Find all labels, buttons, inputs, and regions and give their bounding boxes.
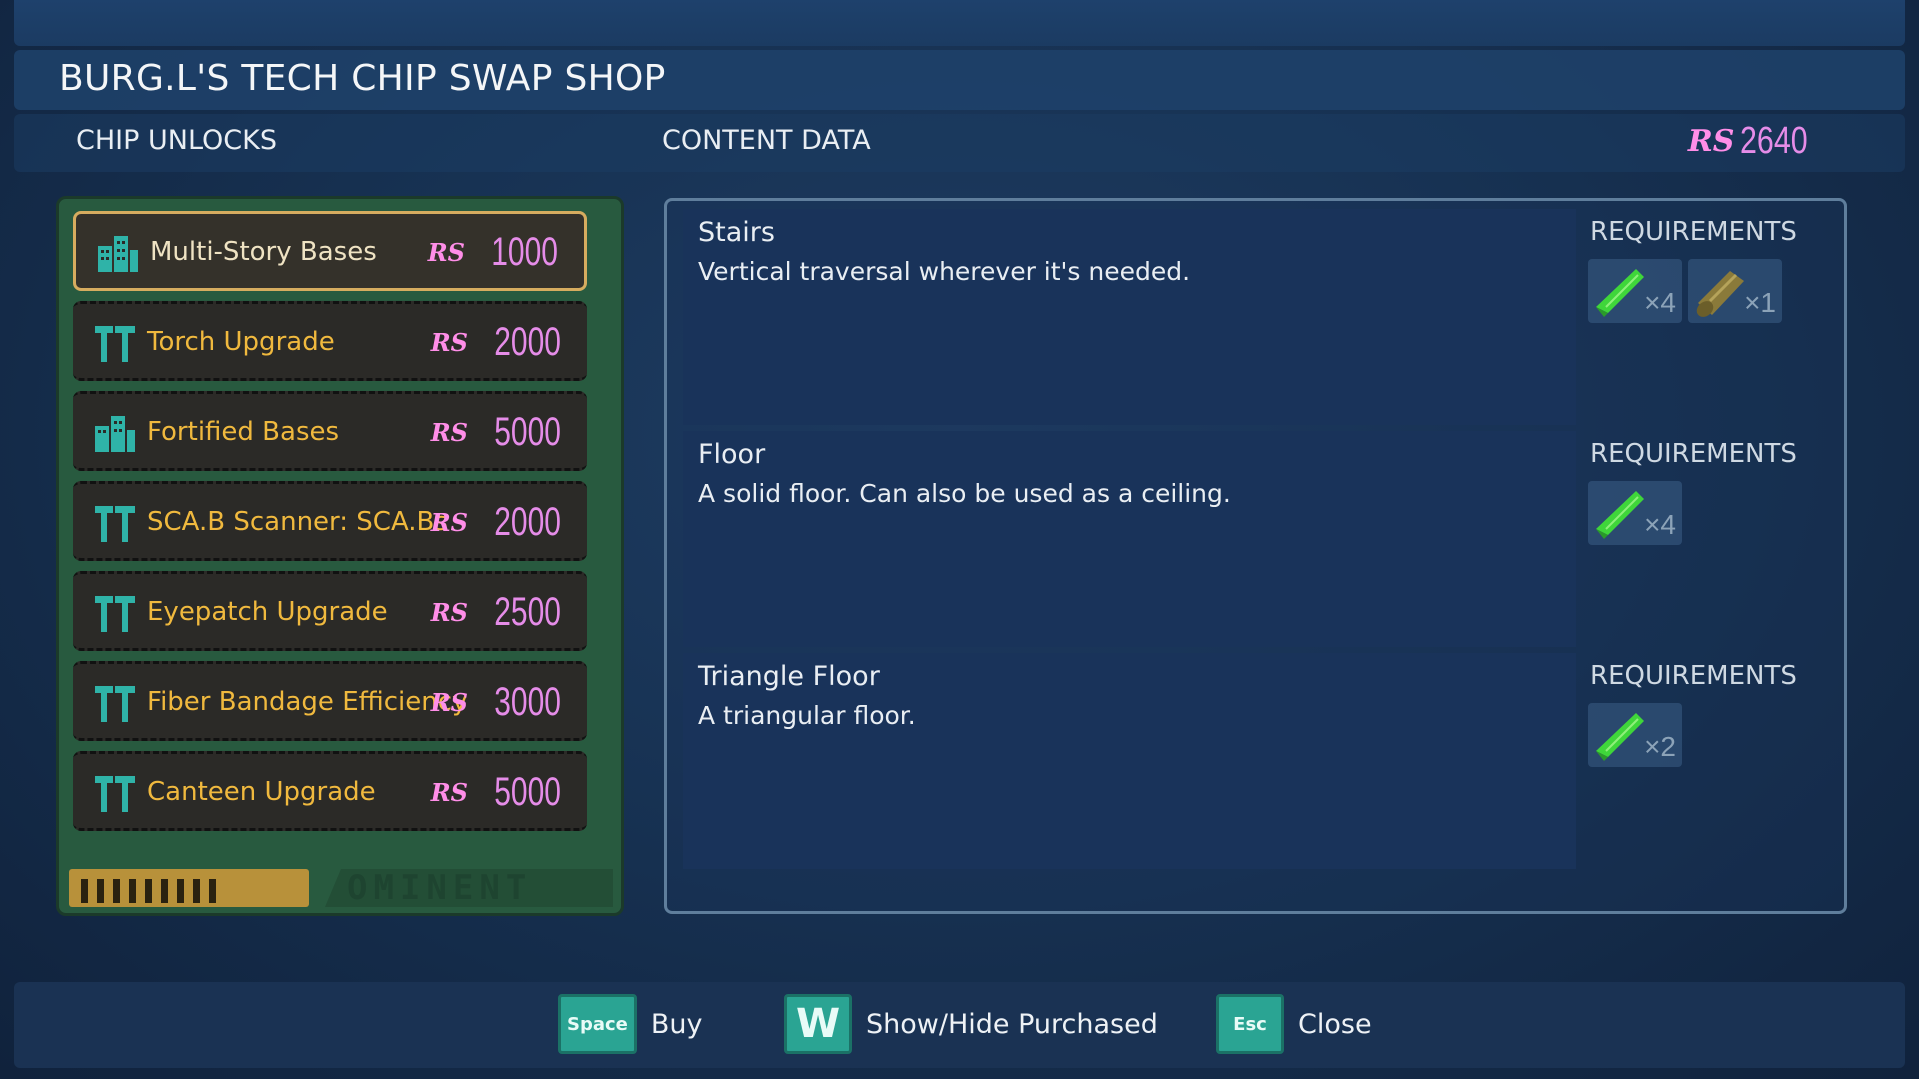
chip-price: RS 2000	[431, 484, 561, 560]
chip-board: Multi-Story Bases RS 1000 Torch Upgrade …	[56, 196, 624, 916]
raw-science-icon: RS	[430, 327, 469, 357]
tools-icon	[95, 506, 135, 542]
chip-unlocks-heading: CHIP UNLOCKS	[76, 125, 277, 156]
content-data-heading: CONTENT DATA	[662, 125, 871, 156]
content-name: Stairs	[698, 217, 775, 248]
grass-plank-icon	[1596, 713, 1644, 761]
content-entry-stairs: Stairs Vertical traversal wherever it's …	[683, 209, 1833, 425]
show-hide-purchased-label: Show/Hide Purchased	[866, 1008, 1158, 1040]
content-entry-floor: Floor A solid floor. Can also be used as…	[683, 431, 1833, 647]
requirements-list: ×4 ×1	[1588, 259, 1782, 323]
chip-price-value: 1000	[491, 229, 558, 274]
chip-price: RS 5000	[431, 754, 561, 830]
esc-key-icon[interactable]: Esc	[1216, 994, 1284, 1054]
chip-label: SCA.B Scanner: SCA.Bs	[147, 507, 448, 537]
chip-label: Torch Upgrade	[147, 327, 335, 357]
raw-science-icon: RS	[430, 417, 469, 447]
w-key-icon[interactable]: W	[784, 994, 852, 1054]
building-icon	[95, 416, 135, 452]
chip-price: RS 2500	[431, 574, 561, 650]
requirements-label: REQUIREMENTS	[1590, 217, 1797, 247]
requirement-item: ×4	[1588, 259, 1682, 323]
grass-plank-icon	[1596, 491, 1644, 539]
requirement-quantity: ×4	[1644, 287, 1676, 318]
raw-science-icon: RS	[1687, 123, 1735, 159]
chip-item-scab-scanner[interactable]: SCA.B Scanner: SCA.Bs RS 2000	[73, 481, 587, 561]
content-entry-body: Triangle Floor A triangular floor.	[683, 653, 1576, 869]
chip-label: Canteen Upgrade	[147, 777, 376, 807]
chip-price-value: 2500	[494, 589, 561, 634]
chip-price: RS 1000	[428, 214, 558, 290]
raw-science-icon: RS	[430, 507, 469, 537]
raw-science-icon: RS	[430, 687, 469, 717]
content-description: A solid floor. Can also be used as a cei…	[698, 479, 1231, 508]
chip-price-value: 2000	[494, 319, 561, 364]
tools-icon	[95, 686, 135, 722]
chip-item-eyepatch-upgrade[interactable]: Eyepatch Upgrade RS 2500	[73, 571, 587, 651]
header-bar	[14, 114, 1905, 172]
content-name: Triangle Floor	[698, 661, 880, 692]
chip-item-torch-upgrade[interactable]: Torch Upgrade RS 2000	[73, 301, 587, 381]
grass-plank-icon	[1596, 269, 1644, 317]
content-entry-body: Stairs Vertical traversal wherever it's …	[683, 209, 1576, 425]
content-data-panel: Stairs Vertical traversal wherever it's …	[664, 198, 1847, 914]
requirement-item: ×1	[1688, 259, 1782, 323]
chip-brand: OMINENT	[325, 869, 613, 907]
content-name: Floor	[698, 439, 766, 470]
chip-footer: OMINENT	[69, 869, 615, 909]
raw-science-icon: RS	[430, 777, 469, 807]
space-key-icon[interactable]: Space	[558, 994, 637, 1054]
requirement-item: ×4	[1588, 481, 1682, 545]
chip-label: Fiber Bandage Efficiency	[147, 687, 468, 717]
weed-stem-icon	[1696, 271, 1744, 317]
content-entry-triangle-floor: Triangle Floor A triangular floor. REQUI…	[683, 653, 1833, 869]
show-hide-purchased-action[interactable]: W Show/Hide Purchased	[784, 992, 1158, 1056]
chip-price: RS 5000	[431, 394, 561, 470]
chip-label: Multi-Story Bases	[150, 237, 377, 267]
chip-price-value: 2000	[494, 499, 561, 544]
requirements-list: ×4	[1588, 481, 1682, 545]
gold-contacts	[69, 869, 309, 907]
currency-balance: RS 2640	[1688, 118, 1825, 164]
chip-list: Multi-Story Bases RS 1000 Torch Upgrade …	[73, 211, 587, 841]
content-description: A triangular floor.	[698, 701, 916, 730]
close-action[interactable]: Esc Close	[1216, 992, 1372, 1056]
content-description: Vertical traversal wherever it's needed.	[698, 257, 1191, 286]
requirement-quantity: ×4	[1644, 509, 1676, 540]
raw-science-icon: RS	[427, 237, 466, 267]
shop-title: BURG.L'S TECH CHIP SWAP SHOP	[59, 58, 666, 99]
content-entry-body: Floor A solid floor. Can also be used as…	[683, 431, 1576, 647]
requirements-label: REQUIREMENTS	[1590, 661, 1797, 691]
chip-price-value: 5000	[494, 769, 561, 814]
chip-label: Eyepatch Upgrade	[147, 597, 388, 627]
close-label: Close	[1298, 1008, 1372, 1040]
buy-action[interactable]: Space Buy	[558, 992, 703, 1056]
requirements-list: ×2	[1588, 703, 1682, 767]
tools-icon	[95, 596, 135, 632]
chip-price: RS 2000	[431, 304, 561, 380]
chip-label: Fortified Bases	[147, 417, 340, 447]
raw-science-icon: RS	[430, 597, 469, 627]
chip-price-value: 5000	[494, 409, 561, 454]
top-strip	[14, 0, 1905, 46]
chip-item-canteen-upgrade[interactable]: Canteen Upgrade RS 5000	[73, 751, 587, 831]
chip-price-value: 3000	[494, 679, 561, 724]
chip-item-fiber-bandage-efficiency[interactable]: Fiber Bandage Efficiency RS 3000	[73, 661, 587, 741]
requirement-quantity: ×2	[1644, 731, 1676, 762]
requirements-label: REQUIREMENTS	[1590, 439, 1797, 469]
requirement-quantity: ×1	[1744, 287, 1776, 318]
building-icon	[98, 236, 138, 272]
currency-amount: 2640	[1740, 119, 1809, 162]
tools-icon	[95, 776, 135, 812]
requirement-item: ×2	[1588, 703, 1682, 767]
chip-item-multi-story-bases[interactable]: Multi-Story Bases RS 1000	[73, 211, 587, 291]
chip-item-fortified-bases[interactable]: Fortified Bases RS 5000	[73, 391, 587, 471]
chip-price: RS 3000	[431, 664, 561, 740]
buy-label: Buy	[650, 1008, 703, 1040]
tools-icon	[95, 326, 135, 362]
